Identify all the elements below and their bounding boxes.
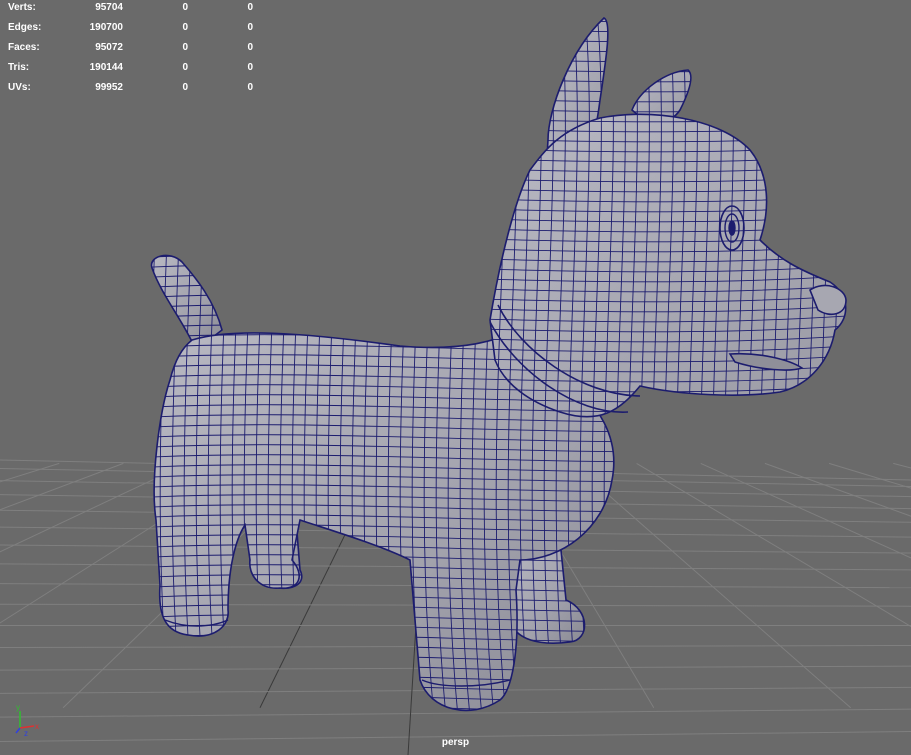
x-axis-line: [19, 725, 35, 729]
hud-label: Edges:: [8, 22, 42, 33]
z-axis-line: [15, 727, 21, 734]
hud-selected: 0: [182, 2, 188, 13]
hud-row: Faces: 95072 0 0: [0, 40, 270, 60]
y-axis-label: y: [16, 703, 20, 712]
hud-extra: 0: [247, 42, 253, 53]
perspective-viewport[interactable]: [0, 0, 911, 755]
hud-label: Verts:: [8, 2, 36, 13]
hud-row: Edges: 190700 0 0: [0, 20, 270, 40]
hud-row: Verts: 95704 0 0: [0, 0, 270, 20]
axis-gizmo: y x z: [15, 703, 39, 738]
hud-total: 99952: [95, 82, 123, 93]
hud-total: 95704: [95, 2, 123, 13]
hud-label: Faces:: [8, 42, 40, 53]
hud-extra: 0: [247, 62, 253, 73]
hud-label: UVs:: [8, 82, 31, 93]
hud-selected: 0: [182, 22, 188, 33]
hud-extra: 0: [247, 2, 253, 13]
hud-selected: 0: [182, 42, 188, 53]
x-axis-label: x: [35, 722, 39, 731]
hud-extra: 0: [247, 22, 253, 33]
hud-selected: 0: [182, 62, 188, 73]
hud-total: 190700: [89, 22, 123, 33]
z-axis-label: z: [24, 729, 28, 738]
hud-selected: 0: [182, 82, 188, 93]
hud-total: 95072: [95, 42, 123, 53]
hud-total: 190144: [89, 62, 123, 73]
hud-label: Tris:: [8, 62, 30, 73]
poly-count-hud: Verts: 95704 0 0 Edges: 190700 0 0 Faces: 95072 0 0…: [0, 0, 270, 100]
camera-name-label: persp: [441, 737, 470, 748]
hud-row: Tris: 190144 0 0: [0, 60, 270, 80]
hud-extra: 0: [247, 82, 253, 93]
hud-row: UVs: 99952 0 0: [0, 80, 270, 100]
